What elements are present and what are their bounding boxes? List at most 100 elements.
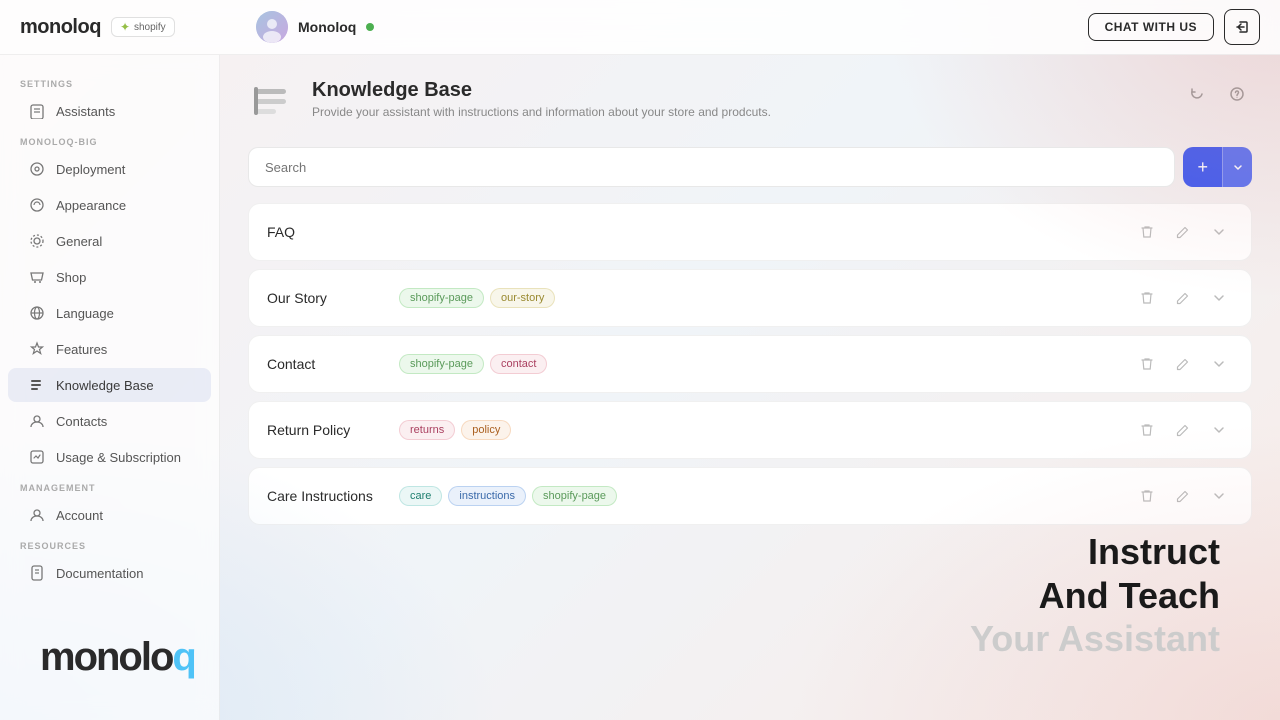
sidebar-section-management: MANAGEMENT [0,475,219,497]
kb-item-name: Return Policy [267,422,387,438]
kb-item-actions [1133,350,1233,378]
edit-button[interactable] [1169,482,1197,510]
help-button[interactable] [1222,79,1252,109]
sidebar-label-appearance: Appearance [56,198,126,213]
sidebar-label-shop: Shop [56,270,86,285]
sidebar-label-general: General [56,234,102,249]
knowledge-base-icon [28,376,46,394]
delete-button[interactable] [1133,350,1161,378]
shopify-badge: ✦ shopify [111,17,175,37]
shop-icon [28,268,46,286]
delete-button[interactable] [1133,416,1161,444]
online-status-dot [366,23,374,31]
tag: our-story [490,288,555,308]
chevron-down-icon [1233,162,1243,172]
trash-icon [1140,357,1154,371]
kb-item: FAQ [248,203,1252,261]
chevron-down-icon [1212,225,1226,239]
sidebar-item-knowledge-base[interactable]: Knowledge Base [8,368,211,402]
login-button[interactable] [1224,9,1260,45]
kb-header-icon [248,79,296,127]
kb-item: Care Instructions care instructions shop… [248,467,1252,525]
kb-item-name: Care Instructions [267,488,387,504]
sidebar-section-settings: SETTINGS [0,71,219,93]
topbar-actions: CHAT WITH US [1088,9,1260,45]
edit-button[interactable] [1169,284,1197,312]
sidebar-item-shop[interactable]: Shop [8,260,211,294]
expand-button[interactable] [1205,218,1233,246]
edit-icon [1176,225,1190,239]
add-dropdown-button[interactable] [1222,147,1252,187]
login-icon [1234,19,1250,35]
sidebar-item-account[interactable]: Account [8,498,211,532]
sidebar-item-deployment[interactable]: Deployment [8,152,211,186]
bottom-branding: monoloq [40,635,195,680]
contacts-icon [28,412,46,430]
edit-button[interactable] [1169,350,1197,378]
edit-button[interactable] [1169,218,1197,246]
chat-with-us-button[interactable]: CHAT WITH US [1088,13,1214,41]
shopify-leaf-icon: ✦ [120,20,130,34]
sidebar-label-documentation: Documentation [56,566,143,581]
tag: shopify-page [399,354,484,374]
kb-header: Knowledge Base Provide your assistant wi… [248,79,1252,127]
logo-area: monoloq ✦ shopify [20,16,240,39]
logo-text: monoloq [20,16,101,39]
shopify-label: shopify [134,22,166,33]
sidebar-item-language[interactable]: Language [8,296,211,330]
sidebar-item-usage[interactable]: Usage & Subscription [8,440,211,474]
user-name: Monoloq [298,19,356,35]
sidebar-item-general[interactable]: General [8,224,211,258]
edit-icon [1176,357,1190,371]
tag: instructions [448,486,526,506]
sidebar-item-features[interactable]: Features [8,332,211,366]
kb-list: FAQ [248,203,1252,533]
search-bar-row: + [248,147,1252,187]
add-btn-group: + [1183,147,1252,187]
deployment-icon [28,160,46,178]
kb-item: Our Story shopify-page our-story [248,269,1252,327]
account-icon [28,506,46,524]
page-subtitle: Provide your assistant with instructions… [312,105,1166,119]
chevron-down-icon [1212,489,1226,503]
kb-item-tags: shopify-page contact [399,354,1121,374]
delete-button[interactable] [1133,218,1161,246]
kb-actions [1182,79,1252,109]
sidebar-item-appearance[interactable]: Appearance [8,188,211,222]
doc-icon [28,564,46,582]
refresh-icon [1189,86,1205,102]
kb-item: Return Policy returns policy [248,401,1252,459]
expand-button[interactable] [1205,416,1233,444]
add-button[interactable]: + [1183,147,1222,187]
topbar: monoloq ✦ shopify [0,0,1280,55]
sidebar-item-assistants[interactable]: Assistants [8,94,211,128]
avatar [256,11,288,43]
tagline-line2: And Teach [970,574,1220,617]
kb-item-tags: returns policy [399,420,1121,440]
sidebar-section-resources: RESOURCES [0,533,219,555]
trash-icon [1140,423,1154,437]
trash-icon [1140,291,1154,305]
trash-icon [1140,225,1154,239]
sidebar-label-account: Account [56,508,103,523]
sidebar-item-contacts[interactable]: Contacts [8,404,211,438]
expand-button[interactable] [1205,350,1233,378]
sidebar-label-deployment: Deployment [56,162,125,177]
delete-button[interactable] [1133,284,1161,312]
search-input[interactable] [248,147,1175,187]
expand-button[interactable] [1205,284,1233,312]
edit-icon [1176,489,1190,503]
tagline-line3: Your Assistant [970,617,1220,660]
edit-button[interactable] [1169,416,1197,444]
sidebar-label-usage: Usage & Subscription [56,450,181,465]
edit-icon [1176,291,1190,305]
kb-title-area: Knowledge Base Provide your assistant wi… [312,79,1166,119]
sidebar-label-knowledge-base: Knowledge Base [56,378,154,393]
topbar-user: Monoloq [256,11,1072,43]
delete-button[interactable] [1133,482,1161,510]
sidebar-item-documentation[interactable]: Documentation [8,556,211,590]
refresh-button[interactable] [1182,79,1212,109]
bottom-right-tagline: Instruct And Teach Your Assistant [970,530,1220,660]
search-input-wrap [248,147,1175,187]
expand-button[interactable] [1205,482,1233,510]
